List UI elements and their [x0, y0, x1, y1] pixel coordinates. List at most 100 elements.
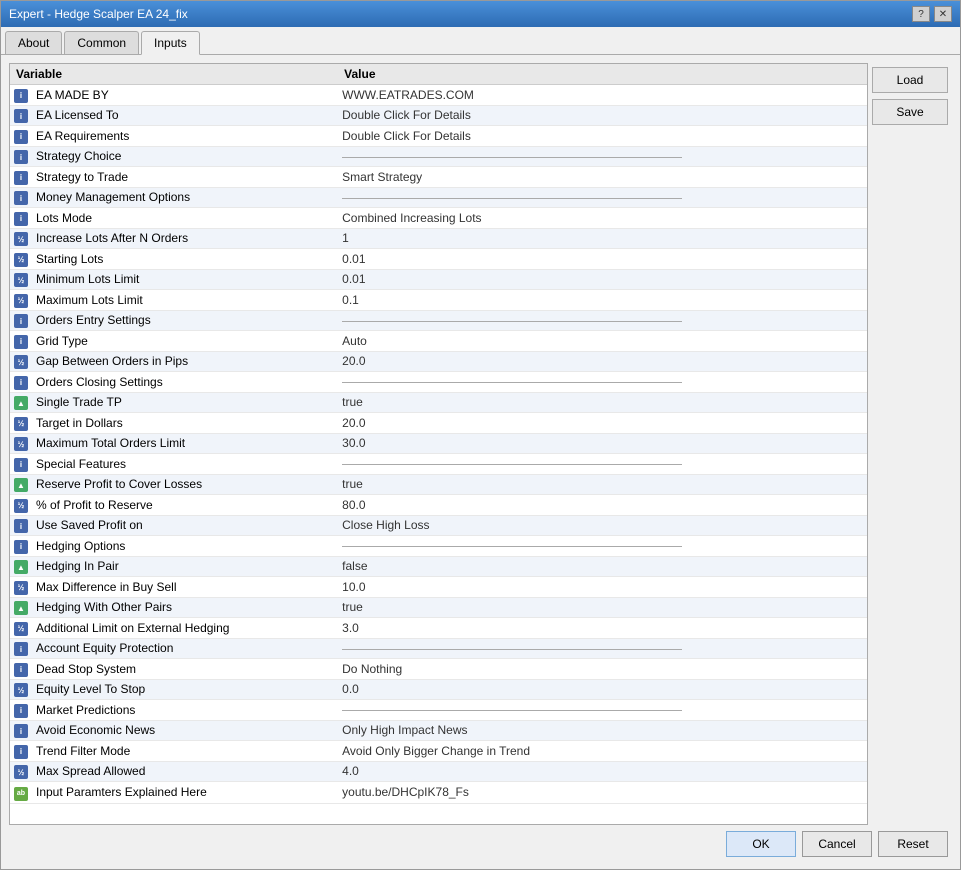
row-variable: Maximum Lots Limit	[32, 290, 338, 311]
table-row[interactable]: ½Max Difference in Buy Sell10.0	[10, 577, 867, 598]
row-value: Double Click For Details	[338, 126, 867, 147]
tab-inputs[interactable]: Inputs	[141, 31, 200, 55]
tab-about[interactable]: About	[5, 31, 62, 54]
table-row[interactable]: ½Equity Level To Stop0.0	[10, 679, 867, 700]
row-value: 0.01	[338, 269, 867, 290]
table-row[interactable]: ½Additional Limit on External Hedging3.0	[10, 618, 867, 639]
row-icon-cell: ▲	[10, 474, 32, 495]
table-row[interactable]: iSpecial Features	[10, 454, 867, 475]
table-row[interactable]: iEA RequirementsDouble Click For Details	[10, 126, 867, 147]
info-icon: i	[14, 171, 28, 185]
table-row[interactable]: iDead Stop SystemDo Nothing	[10, 659, 867, 680]
info-icon: i	[14, 150, 28, 164]
table-row[interactable]: ▲Reserve Profit to Cover Lossestrue	[10, 474, 867, 495]
table-row[interactable]: ▲Single Trade TPtrue	[10, 392, 867, 413]
table-row[interactable]: iEA Licensed ToDouble Click For Details	[10, 105, 867, 126]
info-icon: i	[14, 724, 28, 738]
table-row[interactable]: ½Gap Between Orders in Pips20.0	[10, 351, 867, 372]
row-variable: Gap Between Orders in Pips	[32, 351, 338, 372]
info-icon: i	[14, 663, 28, 677]
info-icon: i	[14, 191, 28, 205]
row-variable: Orders Entry Settings	[32, 310, 338, 331]
load-button[interactable]: Load	[872, 67, 948, 93]
table-row[interactable]: iMarket Predictions	[10, 700, 867, 721]
ok-button[interactable]: OK	[726, 831, 796, 857]
table-row[interactable]: ½Max Spread Allowed4.0	[10, 761, 867, 782]
row-icon-cell: ½	[10, 269, 32, 290]
table-row[interactable]: iStrategy Choice	[10, 146, 867, 167]
save-button[interactable]: Save	[872, 99, 948, 125]
separator-line	[342, 198, 682, 199]
row-icon-cell: ½	[10, 761, 32, 782]
table-row[interactable]: iHedging Options	[10, 536, 867, 557]
info-icon: i	[14, 376, 28, 390]
row-value: Auto	[338, 331, 867, 352]
table-row[interactable]: i Orders Closing Settings	[10, 372, 867, 393]
row-icon-cell: i	[10, 167, 32, 188]
table-row[interactable]: ½Maximum Total Orders Limit30.0	[10, 433, 867, 454]
close-button[interactable]: ✕	[934, 6, 952, 22]
row-icon-cell: ½	[10, 577, 32, 598]
row-variable: EA Licensed To	[32, 105, 338, 126]
table-row[interactable]: ½Starting Lots0.01	[10, 249, 867, 270]
table-row[interactable]: iMoney Management Options	[10, 187, 867, 208]
row-value: WWW.EATRADES.COM	[338, 85, 867, 106]
row-icon-cell: i	[10, 105, 32, 126]
help-button[interactable]: ?	[912, 6, 930, 22]
table-row[interactable]: ▲Hedging With Other Pairstrue	[10, 597, 867, 618]
separator-line	[342, 382, 682, 383]
table-row[interactable]: ½% of Profit to Reserve80.0	[10, 495, 867, 516]
info-icon: i	[14, 314, 28, 328]
main-window: Expert - Hedge Scalper EA 24_fix ? ✕ Abo…	[0, 0, 961, 870]
table-row[interactable]: iEA MADE BYWWW.EATRADES.COM	[10, 85, 867, 106]
table-row[interactable]: ½Maximum Lots Limit0.1	[10, 290, 867, 311]
row-variable: Grid Type	[32, 331, 338, 352]
row-variable: Special Features	[32, 454, 338, 475]
row-variable: Hedging With Other Pairs	[32, 597, 338, 618]
table-row[interactable]: abInput Paramters Explained Hereyoutu.be…	[10, 782, 867, 804]
row-value	[338, 187, 867, 208]
triangle-icon: ▲	[14, 396, 28, 410]
row-variable: Reserve Profit to Cover Losses	[32, 474, 338, 495]
table-row[interactable]: iStrategy to TradeSmart Strategy	[10, 167, 867, 188]
row-icon-cell: ½	[10, 495, 32, 516]
table-row[interactable]: iAvoid Economic NewsOnly High Impact New…	[10, 720, 867, 741]
table-row[interactable]: iAccount Equity Protection	[10, 638, 867, 659]
row-icon-cell: ½	[10, 228, 32, 249]
row-icon-cell: i	[10, 372, 32, 393]
row-variable: Target in Dollars	[32, 413, 338, 434]
info-icon: i	[14, 745, 28, 759]
table-row[interactable]: iLots ModeCombined Increasing Lots	[10, 208, 867, 229]
row-variable: Maximum Total Orders Limit	[32, 433, 338, 454]
table-row[interactable]: iTrend Filter ModeAvoid Only Bigger Chan…	[10, 741, 867, 762]
info-icon: i	[14, 335, 28, 349]
table-row[interactable]: ½Increase Lots After N Orders1	[10, 228, 867, 249]
row-variable: Hedging In Pair	[32, 556, 338, 577]
row-variable: Avoid Economic News	[32, 720, 338, 741]
parameters-table-container[interactable]: Variable Value iEA MADE BYWWW.EATRADES.C…	[9, 63, 868, 825]
row-value: 1	[338, 228, 867, 249]
info-icon: i	[14, 212, 28, 226]
info-icon: i	[14, 519, 28, 533]
row-value	[338, 372, 867, 393]
table-row[interactable]: iUse Saved Profit onClose High Loss	[10, 515, 867, 536]
value-icon: ½	[14, 499, 28, 513]
row-icon-cell: ½	[10, 433, 32, 454]
tab-common[interactable]: Common	[64, 31, 139, 54]
row-icon-cell: i	[10, 126, 32, 147]
table-row[interactable]: i Grid TypeAuto	[10, 331, 867, 352]
row-variable: Starting Lots	[32, 249, 338, 270]
row-variable: Orders Closing Settings	[32, 372, 338, 393]
table-row[interactable]: ½Minimum Lots Limit0.01	[10, 269, 867, 290]
row-icon-cell: i	[10, 454, 32, 475]
reset-button[interactable]: Reset	[878, 831, 948, 857]
row-variable: Single Trade TP	[32, 392, 338, 413]
row-value: 10.0	[338, 577, 867, 598]
table-row[interactable]: i Orders Entry Settings	[10, 310, 867, 331]
value-icon: ½	[14, 273, 28, 287]
row-icon-cell: ½	[10, 249, 32, 270]
col-value-header: Value	[338, 64, 867, 85]
cancel-button[interactable]: Cancel	[802, 831, 872, 857]
table-row[interactable]: ½Target in Dollars20.0	[10, 413, 867, 434]
table-row[interactable]: ▲Hedging In Pairfalse	[10, 556, 867, 577]
